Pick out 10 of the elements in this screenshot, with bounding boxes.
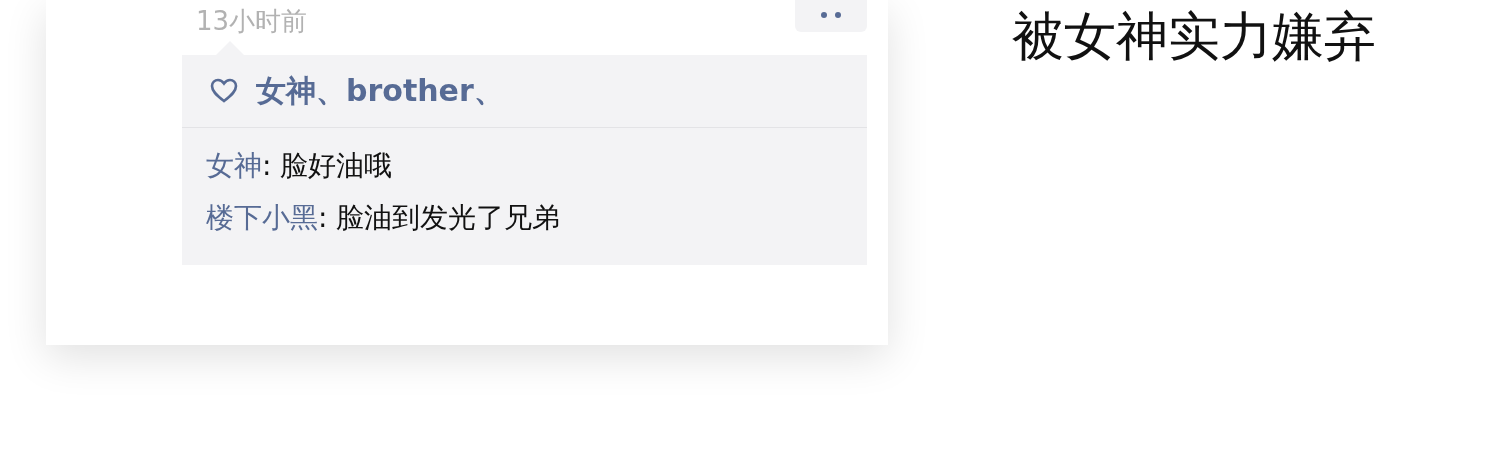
post-time: 13小时前 [196, 5, 308, 38]
like-names: 女神、brother、 [256, 71, 504, 110]
dots-icon [820, 10, 842, 19]
comment-text: : 脸油到发光了兄弟 [318, 201, 561, 234]
more-button[interactable] [795, 0, 867, 32]
caption: 被女神实力嫌弃 [1012, 5, 1376, 62]
comment-author[interactable]: 女神 [206, 149, 262, 182]
comment-text: : 脸好油哦 [262, 149, 393, 182]
comment-author[interactable]: 楼下小黑 [206, 201, 318, 234]
heart-icon [210, 78, 238, 104]
